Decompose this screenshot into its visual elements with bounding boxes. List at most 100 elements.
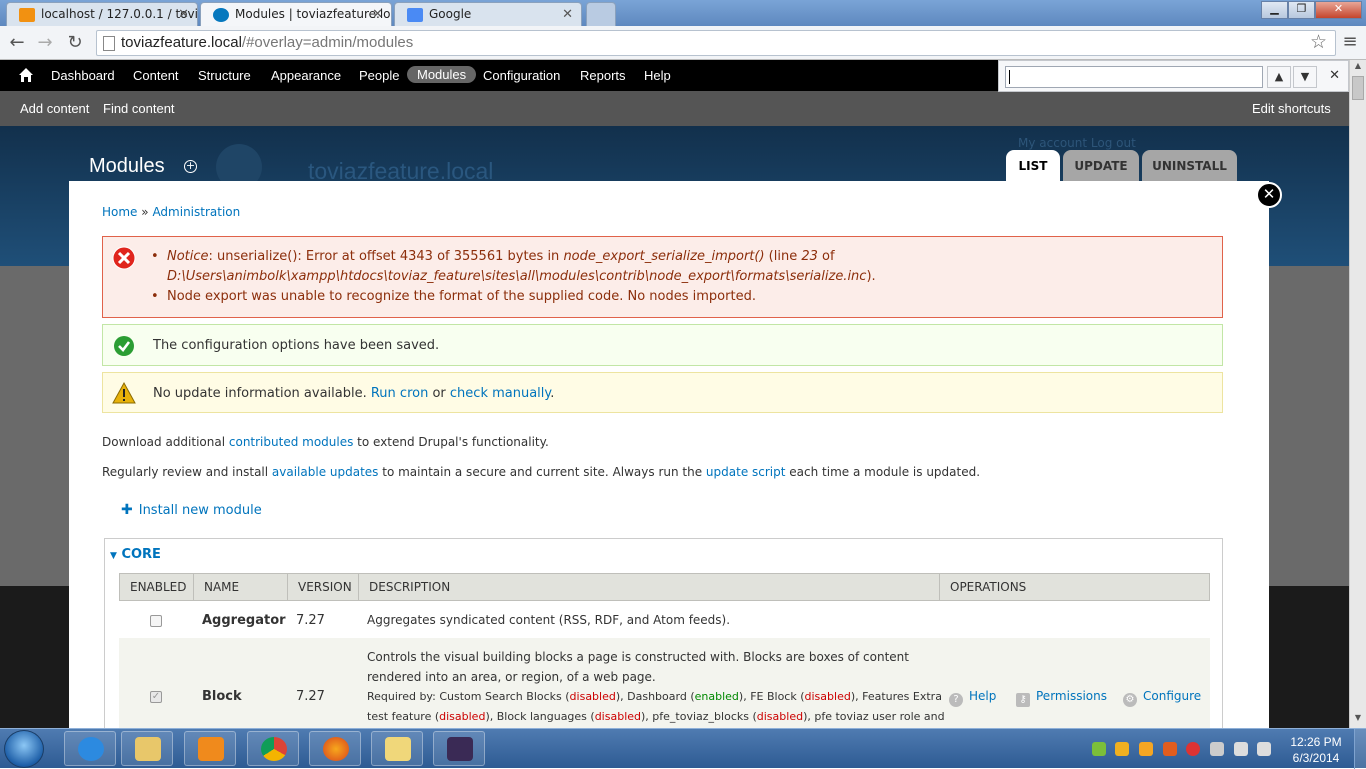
tray-update-icon[interactable] [1092,742,1106,756]
browser-tab-modules[interactable]: Modules | toviazfeature.lo ✕ [200,2,392,26]
edit-shortcuts-link[interactable]: Edit shortcuts [1252,101,1331,116]
table-row: Aggregator 7.27 Aggregates syndicated co… [119,602,1210,638]
taskbar-internet-explorer[interactable] [64,731,116,766]
module-description-cont: rendered into an area, or region, of a w… [367,670,656,684]
page-viewport: My account Log out toviazfeature.local D… [0,60,1349,728]
available-updates-link[interactable]: available updates [272,465,379,479]
tray-network-icon[interactable] [1234,742,1248,756]
breadcrumb-administration[interactable]: Administration [152,205,240,219]
configure-link[interactable]: ⚙ Configure [1123,689,1201,707]
breadcrumb-home[interactable]: Home [102,205,137,219]
enable-checkbox-aggregator[interactable] [150,615,162,627]
url-path: /#overlay=admin/modules [241,34,414,51]
admin-menu-help[interactable]: Help [644,68,671,83]
taskbar-chrome[interactable] [247,731,299,766]
forward-button[interactable]: → [34,32,56,54]
taskbar-outlook[interactable] [371,731,423,766]
taskbar-media-player[interactable] [184,731,236,766]
back-button[interactable]: ← [6,32,28,54]
overlay-close-button[interactable]: ✕ [1256,182,1282,208]
page-scrollbar[interactable]: ▲ ▼ [1349,60,1366,728]
shortcut-find-content[interactable]: Find content [103,101,175,116]
address-bar[interactable]: toviazfeature.local/#overlay=admin/modul… [96,30,1336,56]
shortcut-add-content[interactable]: Add content [20,101,89,116]
admin-menu-content[interactable]: Content [133,68,179,83]
taskbar-file-explorer[interactable] [121,731,173,766]
add-shortcut-icon[interactable]: + [184,160,197,173]
permissions-link[interactable]: ⚷ Permissions [1016,689,1107,707]
check-manually-link[interactable]: check manually [450,386,550,401]
help-link[interactable]: ? Help [949,689,996,707]
tab-list[interactable]: LIST [1006,150,1060,181]
tray-app-icon[interactable] [1115,742,1129,756]
plus-icon: ✚ [121,502,133,518]
scroll-down-arrow-icon[interactable]: ▼ [1350,713,1366,727]
find-close-icon[interactable]: ✕ [1329,68,1340,83]
tray-security-icon[interactable] [1186,742,1200,756]
firefox-icon [323,737,349,761]
find-bar: ▲ ▼ ✕ [998,60,1349,92]
contributed-modules-link[interactable]: contributed modules [229,435,353,449]
find-next-button[interactable]: ▼ [1293,66,1317,88]
close-tab-icon[interactable]: ✕ [562,7,573,22]
minimize-button[interactable]: ▁ [1261,1,1288,19]
reload-button[interactable]: ↻ [64,32,86,54]
page-title: Modules [89,155,165,177]
admin-menu-people[interactable]: People [359,68,399,83]
browser-tab-phpmyadmin[interactable]: localhost / 127.0.0.1 / tovi ✕ [6,2,198,26]
page-icon [103,36,115,51]
tab-uninstall[interactable]: UNINSTALL [1142,150,1237,181]
find-input[interactable] [1005,66,1263,88]
browser-tab-google[interactable]: Google ✕ [394,2,582,26]
url-host: toviazfeature.local [121,34,242,51]
drupal-icon [213,8,229,22]
admin-menu-modules[interactable]: Modules [407,66,477,83]
scroll-up-arrow-icon[interactable]: ▲ [1350,61,1366,75]
module-name: Aggregator [202,613,286,628]
close-window-button[interactable]: ✕ [1315,1,1362,19]
install-new-module-link[interactable]: ✚ Install new module [121,502,262,518]
start-button[interactable] [4,730,44,768]
taskbar-firefox[interactable] [309,731,361,766]
error-line-2: D:\Users\animbolk\xampp\htdocs\toviaz_fe… [167,269,876,284]
taskbar-clock[interactable]: 12:26 PM 6/3/2014 [1286,734,1346,766]
admin-menu-configuration[interactable]: Configuration [483,68,560,83]
tray-app-icon[interactable] [1139,742,1153,756]
clock-time: 12:26 PM [1290,735,1342,749]
scrollbar-thumb[interactable] [1352,76,1364,100]
admin-menu-structure[interactable]: Structure [198,68,251,83]
maximize-button[interactable]: ❐ [1288,1,1315,19]
enable-checkbox-block: ✓ [150,691,162,703]
th-enabled: ENABLED [120,574,194,600]
home-icon[interactable] [18,67,34,83]
bookmark-star-icon[interactable]: ☆ [1310,31,1327,53]
tray-flag-icon[interactable] [1210,742,1224,756]
update-script-link[interactable]: update script [706,465,786,479]
text-caret [1009,70,1010,84]
close-tab-icon[interactable]: ✕ [178,7,189,22]
close-tab-icon[interactable]: ✕ [372,7,383,22]
admin-menu-appearance[interactable]: Appearance [271,68,341,83]
error-line-3: Node export was unable to recognize the … [167,289,756,304]
tray-volume-icon[interactable] [1257,742,1271,756]
help-icon: ? [949,693,963,707]
admin-menu-dashboard[interactable]: Dashboard [51,68,115,83]
tray-xampp-icon[interactable] [1163,742,1177,756]
fieldset-legend-core[interactable]: ▼ CORE [110,547,161,562]
overlay-content: Home » Administration • Notice: unserial… [69,181,1269,728]
th-description: DESCRIPTION [359,574,940,600]
admin-menu-reports[interactable]: Reports [580,68,626,83]
error-message: • Notice: unserialize(): Error at offset… [102,236,1223,318]
taskbar-java-ee-ide[interactable] [433,731,485,766]
find-previous-button[interactable]: ▲ [1267,66,1291,88]
browser-menu-icon[interactable]: ≡ [1340,32,1360,52]
run-cron-link[interactable]: Run cron [371,386,428,401]
show-desktop-button[interactable] [1354,729,1366,769]
module-requirements-cont: test feature (disabled), Block languages… [367,710,945,723]
browser-tabstrip: localhost / 127.0.0.1 / tovi ✕ Modules |… [0,0,1366,26]
new-tab-button[interactable] [586,2,616,26]
th-version: VERSION [288,574,359,600]
folder-icon [135,737,161,761]
tab-update[interactable]: UPDATE [1063,150,1139,181]
warning-text: No update information available. Run cro… [153,386,555,401]
